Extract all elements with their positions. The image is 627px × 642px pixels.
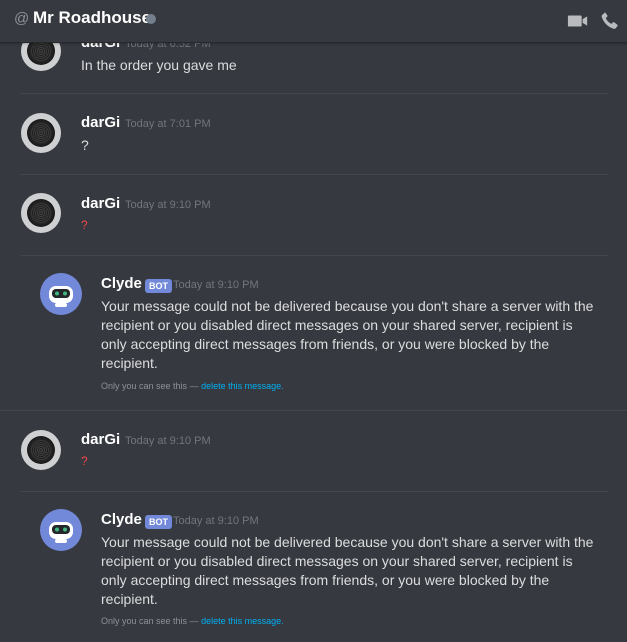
status-indicator — [146, 14, 156, 24]
channel-header: @ Mr Roadhouse — [0, 0, 627, 43]
user-avatar[interactable] — [21, 113, 61, 153]
message-divider — [0, 410, 627, 411]
channel-title[interactable]: Mr Roadhouse — [33, 8, 151, 28]
delete-message-link[interactable]: delete this message. — [201, 616, 284, 626]
user-avatar[interactable] — [21, 193, 61, 233]
message-timestamp: Today at 9:10 PM — [173, 515, 259, 527]
message-author[interactable]: Clyde — [101, 275, 142, 292]
failed-message-content: ? — [81, 454, 88, 468]
message-divider — [20, 255, 608, 256]
clyde-robot-icon — [49, 522, 73, 543]
message-timestamp: Today at 9:10 PM — [125, 435, 211, 447]
message-divider — [20, 93, 608, 94]
video-call-icon[interactable] — [567, 10, 589, 37]
message-divider — [20, 491, 608, 492]
failed-message-content: ? — [81, 218, 88, 232]
message-divider — [20, 174, 608, 175]
at-icon: @ — [14, 10, 30, 27]
ephemeral-notice-text: Only you can see this — — [101, 616, 199, 626]
message-timestamp: Today at 9:10 PM — [125, 199, 211, 211]
message-timestamp: Today at 7:01 PM — [125, 118, 211, 130]
bot-tag: BOT — [145, 279, 172, 293]
message-author[interactable]: Clyde — [101, 511, 142, 528]
message-content: ? — [81, 137, 89, 153]
clyde-message-content: Your message could not be delivered beca… — [101, 534, 594, 607]
user-avatar[interactable] — [21, 430, 61, 470]
delete-message-link[interactable]: delete this message. — [201, 381, 284, 391]
message-content: In the order you gave me — [81, 57, 237, 73]
bot-tag: BOT — [145, 515, 172, 529]
voice-call-icon[interactable] — [599, 10, 621, 37]
message-author[interactable]: darGi — [81, 195, 120, 212]
message-author[interactable]: darGi — [81, 114, 120, 131]
ephemeral-notice-text: Only you can see this — — [101, 381, 199, 391]
ephemeral-notice: Only you can see this — delete this mess… — [101, 381, 284, 391]
clyde-message-content: Your message could not be delivered beca… — [101, 298, 594, 371]
ephemeral-notice: Only you can see this — delete this mess… — [101, 616, 284, 626]
message-timestamp: Today at 9:10 PM — [173, 279, 259, 291]
clyde-robot-icon — [49, 286, 73, 307]
clyde-avatar[interactable] — [40, 273, 82, 315]
message-author[interactable]: darGi — [81, 431, 120, 448]
clyde-avatar[interactable] — [40, 509, 82, 551]
